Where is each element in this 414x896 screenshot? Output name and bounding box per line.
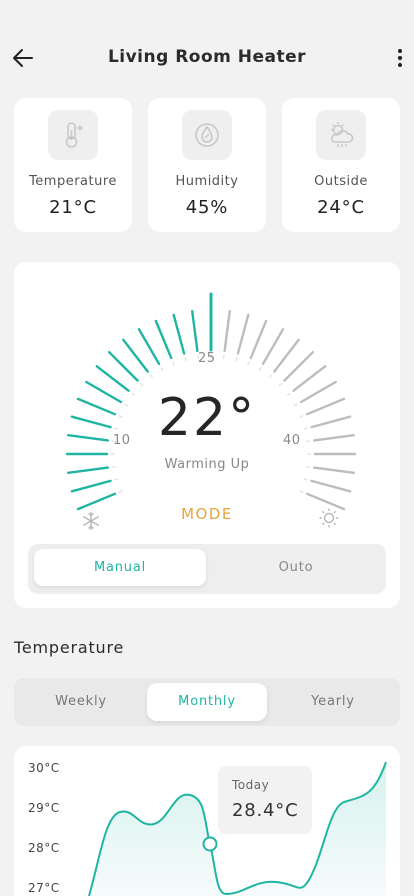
dial-minor-tick	[268, 374, 273, 379]
dial-minor-tick	[278, 382, 283, 387]
stat-label: Temperature	[29, 174, 117, 189]
tooltip-value: 28.4°C	[232, 800, 299, 821]
stat-label: Outside	[314, 174, 368, 189]
cloud-sun-icon	[316, 110, 366, 160]
y-axis-label: 28°C	[28, 841, 60, 855]
dial-tick	[236, 313, 250, 355]
dial-minor-tick	[149, 374, 154, 379]
manual-mode-tab[interactable]: Manual	[34, 549, 206, 586]
dial-minor-tick	[139, 382, 144, 387]
dial-minor-tick	[258, 367, 262, 372]
temperature-chart: 30°C 29°C 28°C 27°C Today 28.4°C	[14, 746, 400, 896]
stat-label: Humidity	[175, 174, 239, 189]
dial-minor-tick	[114, 478, 119, 481]
temperature-card: Temperature 21°C	[14, 98, 132, 232]
thermostat-card: 25 10 40 22° Warming Up MODE Manual Outo	[14, 262, 400, 608]
dial-minor-tick	[172, 361, 175, 366]
chart-plot	[87, 761, 387, 896]
tab-yearly[interactable]: Yearly	[270, 683, 396, 721]
dial-minor-tick	[222, 354, 225, 359]
stat-value: 45%	[185, 197, 229, 218]
mode-segmented-control: Manual Outo	[28, 544, 386, 594]
dial-minor-tick	[235, 357, 238, 362]
y-axis-label: 27°C	[28, 881, 60, 895]
humidity-icon	[182, 110, 232, 160]
thermometer-icon	[48, 110, 98, 160]
dial-tick	[172, 313, 186, 355]
tab-monthly[interactable]: Monthly	[147, 683, 267, 721]
dial-tick	[190, 310, 199, 353]
status-text: Warming Up	[164, 457, 250, 472]
current-temperature: 22°	[157, 388, 257, 448]
sun-icon[interactable]	[318, 507, 340, 529]
mode-button[interactable]: MODE	[14, 505, 400, 523]
outside-card: Outside 24°C	[282, 98, 400, 232]
dial-tick	[107, 350, 139, 382]
more-options-button[interactable]	[392, 44, 408, 72]
y-axis-label: 30°C	[28, 761, 60, 775]
dial-minor-tick	[184, 357, 187, 362]
tooltip-label: Today	[232, 778, 270, 792]
dial-minor-tick	[299, 490, 304, 493]
dial-tick	[273, 338, 300, 373]
scale-mid-label: 25	[198, 351, 216, 366]
dial-tick	[261, 328, 285, 366]
dial-tick	[122, 338, 149, 373]
more-vertical-icon	[398, 49, 402, 67]
dial-tick	[70, 479, 112, 493]
page-title: Living Room Heater	[107, 47, 307, 67]
chart-tooltip: Today 28.4°C	[218, 766, 312, 834]
period-segmented-control: Weekly Monthly Yearly	[14, 678, 400, 726]
dial-tick	[310, 479, 352, 493]
dial-tick	[137, 328, 161, 366]
dial-tick	[154, 319, 173, 360]
app-header: Living Room Heater	[0, 38, 414, 78]
dial-tick	[249, 319, 268, 360]
dial-minor-tick	[160, 367, 164, 372]
stat-value: 21°C	[49, 197, 97, 218]
chart-today-point[interactable]	[202, 836, 218, 852]
stat-value: 24°C	[317, 197, 365, 218]
dial-tick	[283, 350, 314, 382]
dial-minor-tick	[303, 478, 308, 481]
dial-minor-tick	[118, 490, 123, 493]
dial-minor-tick	[247, 361, 250, 366]
humidity-card: Humidity 45%	[148, 98, 266, 232]
dial-tick	[223, 310, 232, 353]
section-title: Temperature	[14, 638, 125, 657]
tab-weekly[interactable]: Weekly	[18, 683, 144, 721]
outo-mode-tab[interactable]: Outo	[210, 549, 382, 586]
y-axis-label: 29°C	[28, 801, 60, 815]
